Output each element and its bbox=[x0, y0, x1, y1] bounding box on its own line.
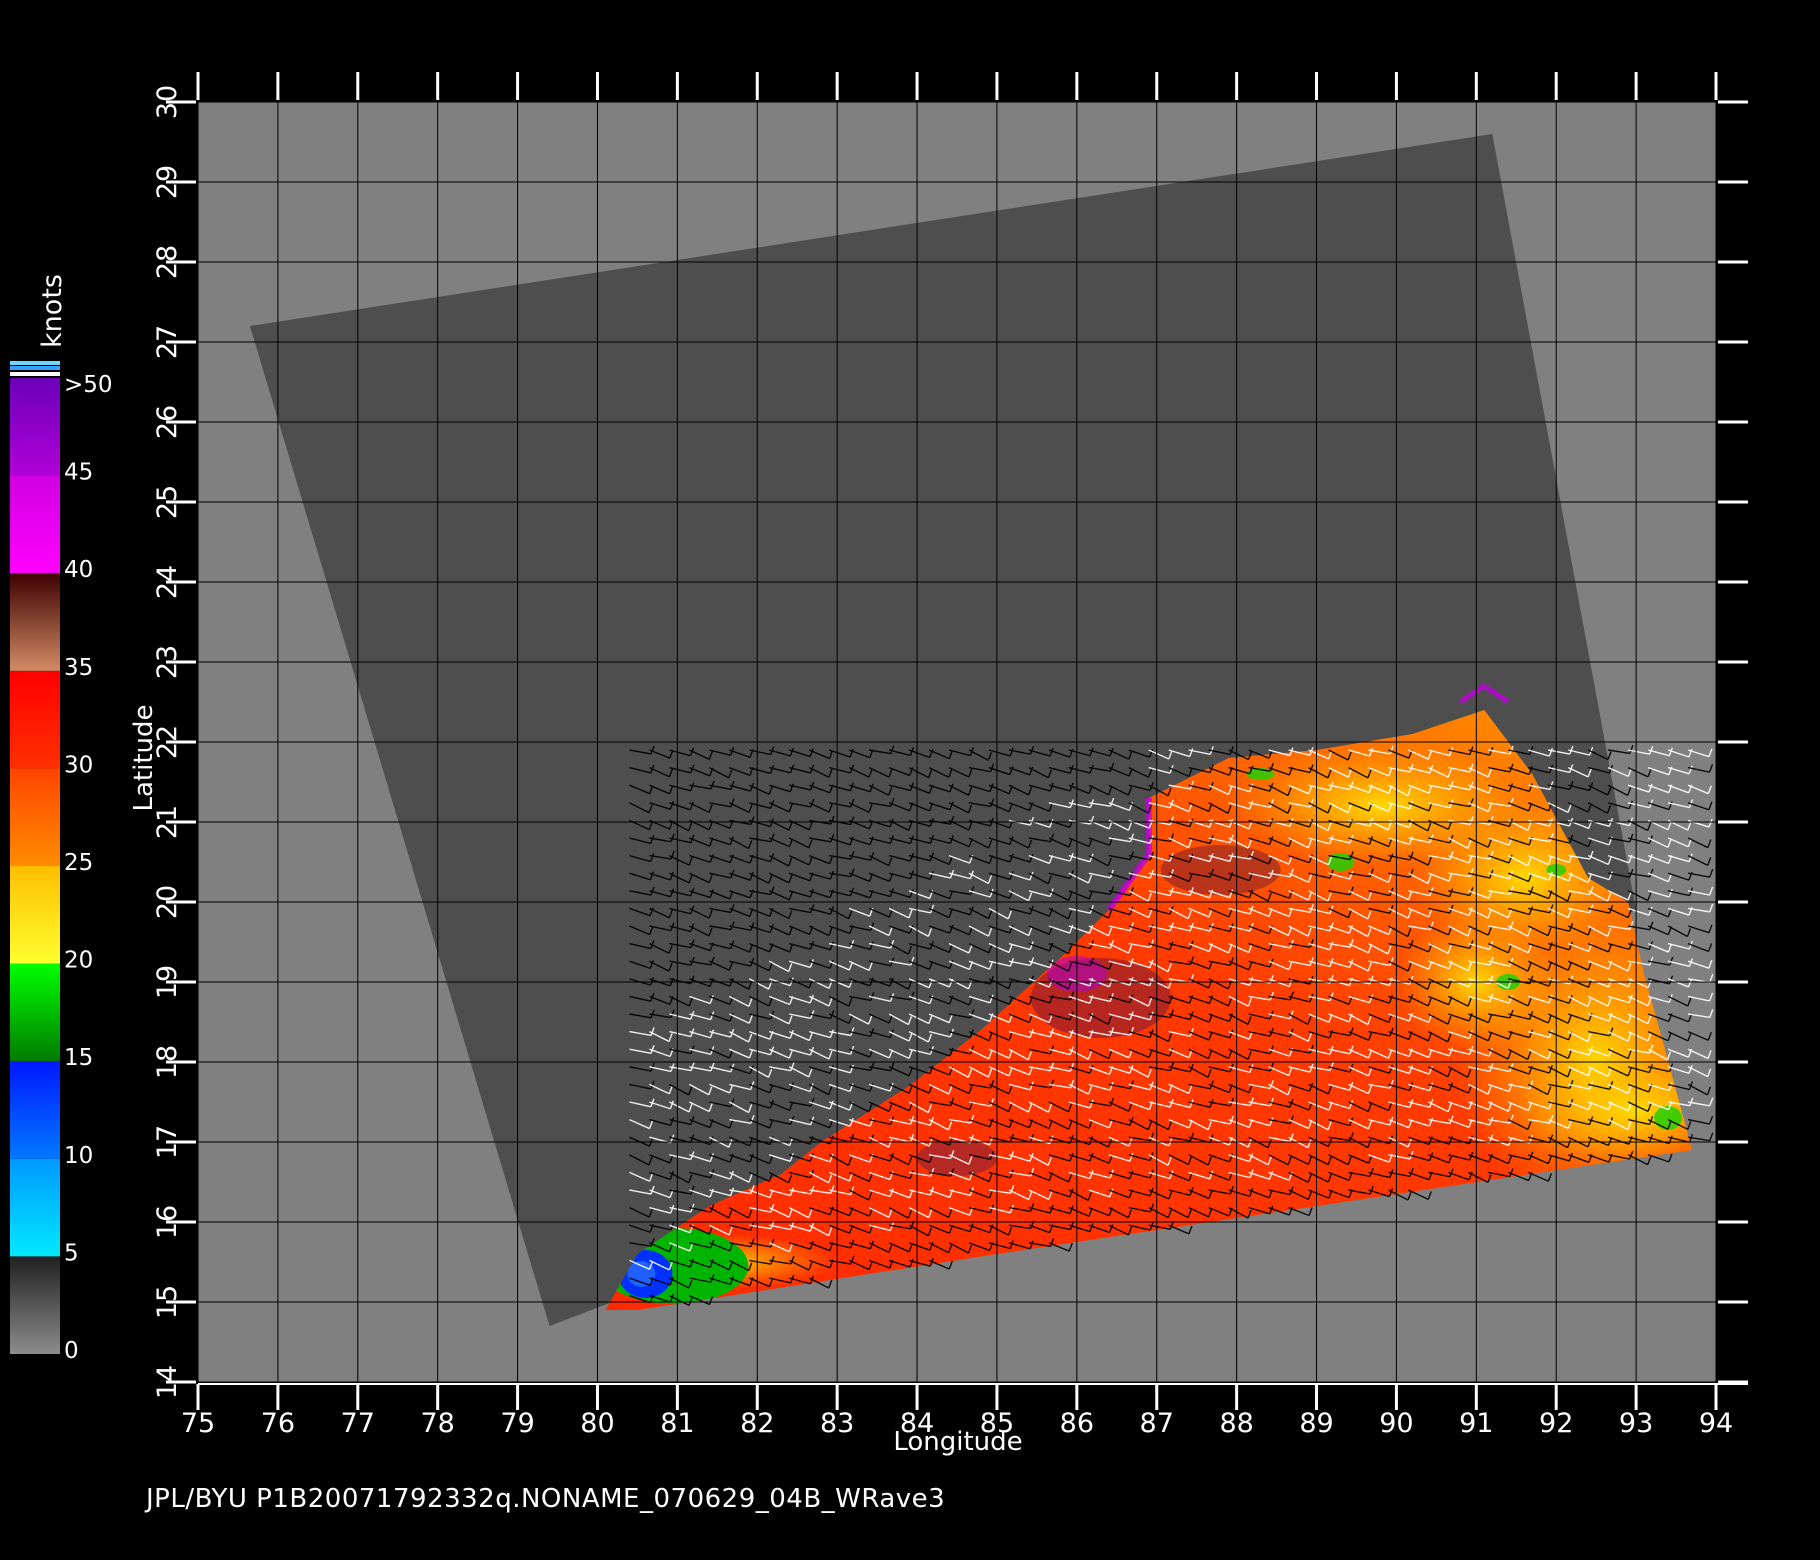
longitude-tick-label: 90 bbox=[1379, 1408, 1413, 1439]
longitude-tick-label: 87 bbox=[1140, 1408, 1174, 1439]
longitude-tick-label: 93 bbox=[1619, 1408, 1653, 1439]
longitude-tick-label: 76 bbox=[261, 1408, 295, 1439]
colorbar-label: 30 bbox=[64, 752, 93, 778]
longitude-tick-label: 82 bbox=[740, 1408, 774, 1439]
colorbar-band bbox=[10, 378, 60, 476]
latitude-tick-label: 25 bbox=[152, 485, 183, 519]
longitude-tick-label: 86 bbox=[1060, 1408, 1094, 1439]
longitude-tick-label: 92 bbox=[1539, 1408, 1573, 1439]
latitude-tick-label: 14 bbox=[152, 1365, 183, 1399]
colorbar bbox=[10, 361, 60, 1354]
colorbar-band bbox=[10, 866, 60, 964]
latitude-tick-label: 17 bbox=[152, 1125, 183, 1159]
colorbar-overflow-stripe bbox=[10, 361, 60, 365]
x-axis-label: Longitude bbox=[893, 1427, 1022, 1457]
latitude-tick-label: 30 bbox=[152, 85, 183, 119]
colorbar-label: 0 bbox=[64, 1338, 79, 1364]
colorbar-label: 45 bbox=[64, 460, 93, 486]
latitude-tick-label: 26 bbox=[152, 405, 183, 439]
colorbar-band bbox=[10, 1158, 60, 1257]
colorbar-label: 15 bbox=[64, 1045, 93, 1071]
longitude-tick-label: 83 bbox=[820, 1408, 854, 1439]
colorbar-overflow-stripe bbox=[10, 366, 60, 370]
colorbar-band bbox=[10, 1061, 60, 1159]
latitude-tick-label: 28 bbox=[152, 245, 183, 279]
longitude-tick-label: 80 bbox=[580, 1408, 614, 1439]
latitude-tick-label: 27 bbox=[152, 325, 183, 359]
colorbar-band bbox=[10, 573, 60, 671]
latitude-tick-label: 23 bbox=[152, 645, 183, 679]
longitude-tick-label: 91 bbox=[1459, 1408, 1493, 1439]
colorbar-label: 35 bbox=[64, 655, 93, 681]
longitude-tick-label: 94 bbox=[1699, 1408, 1733, 1439]
longitude-tick-label: 81 bbox=[660, 1408, 694, 1439]
colorbar-overflow-stripe bbox=[10, 372, 60, 376]
colorbar-label: 20 bbox=[64, 948, 93, 974]
longitude-tick-label: 75 bbox=[181, 1408, 215, 1439]
longitude-tick-label: 88 bbox=[1219, 1408, 1253, 1439]
colorbar-label: 10 bbox=[64, 1143, 93, 1169]
longitude-tick-label: 89 bbox=[1299, 1408, 1333, 1439]
colorbar-label: 25 bbox=[64, 850, 93, 876]
y-axis-label: Latitude bbox=[129, 704, 159, 811]
colorbar-band bbox=[10, 475, 60, 574]
latitude-tick-label: 24 bbox=[152, 565, 183, 599]
rain-contaminated-zone bbox=[1160, 845, 1281, 895]
colorbar-band bbox=[10, 670, 60, 769]
latitude-tick-label: 18 bbox=[152, 1045, 183, 1079]
latitude-tick-label: 20 bbox=[152, 885, 183, 919]
longitude-tick-label: 77 bbox=[341, 1408, 375, 1439]
latitude-tick-label: 15 bbox=[152, 1285, 183, 1319]
colorbar-unit-label: knots bbox=[37, 274, 68, 348]
colorbar-label: 40 bbox=[64, 557, 93, 583]
longitude-tick-label: 79 bbox=[500, 1408, 534, 1439]
wind-map: 75 76 77 78 79 80 81 82 83 84 85 86 87 88 89 90 91 92 93 94… bbox=[10, 72, 1748, 1457]
colorbar-labels: >50 45 40 35 30 25 20 15 10 5 0 bbox=[64, 372, 113, 1364]
latitude-tick-label: 19 bbox=[152, 965, 183, 999]
latitude-tick-label: 29 bbox=[152, 165, 183, 199]
longitude-tick-label: 78 bbox=[421, 1408, 455, 1439]
colorbar-band bbox=[10, 768, 60, 866]
colorbar-label: >50 bbox=[64, 372, 113, 398]
colorbar-label: 5 bbox=[64, 1240, 79, 1266]
colorbar-band bbox=[10, 963, 60, 1062]
latitude-tick-label: 16 bbox=[152, 1205, 183, 1239]
footer-caption: JPL/BYU P1B20071792332q.NONAME_070629_04… bbox=[146, 1484, 946, 1514]
colorbar-band bbox=[10, 1256, 60, 1354]
